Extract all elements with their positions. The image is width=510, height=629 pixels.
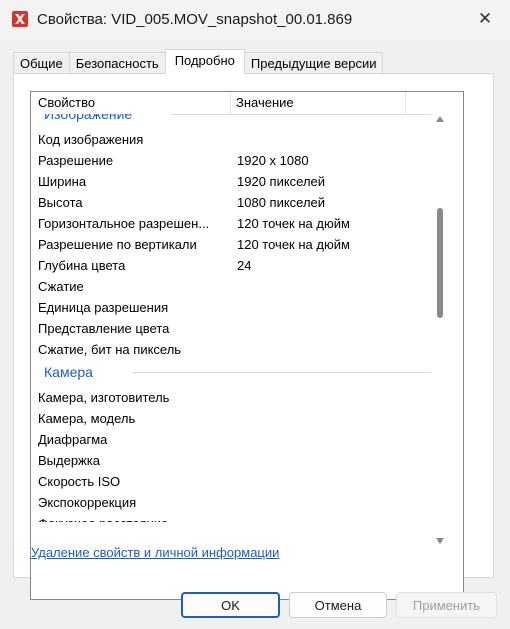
property-name: Экспокоррекция (38, 495, 137, 510)
property-row[interactable]: Фокусное расстояние (31, 513, 443, 522)
property-row[interactable]: Диафрагма (31, 429, 443, 450)
tab-security[interactable]: Безопасность (68, 52, 166, 74)
tab-details[interactable]: Подробно (164, 49, 245, 74)
property-row[interactable]: Горизонтальное разрешен... 120 точек на д… (31, 213, 443, 234)
property-name: Горизонтальное разрешен... (38, 216, 210, 231)
property-row[interactable]: Выдержка (31, 450, 443, 471)
property-name: Скорость ISO (38, 474, 121, 489)
window-title: Свойства: VID_005.MOV_snapshot_00.01.869 (37, 11, 353, 28)
property-value: 1080 пикселей (237, 195, 326, 210)
app-icon (12, 11, 28, 27)
property-name: Камера, изготовитель (38, 390, 170, 405)
details-panel: Свойство Значение Изображение Код изобра… (13, 73, 494, 600)
property-row[interactable]: Камера, изготовитель (31, 387, 443, 408)
property-row[interactable]: Ширина 1920 пикселей (31, 171, 443, 192)
property-row[interactable]: Представление цвета (31, 318, 443, 339)
column-header-property[interactable]: Свойство (31, 92, 231, 114)
property-row[interactable]: Разрешение по вертикали 120 точек на дюйм (31, 234, 443, 255)
property-row[interactable]: Глубина цвета 24 (31, 255, 443, 276)
property-row[interactable]: Код изображения (31, 129, 443, 150)
tab-general[interactable]: Общие (13, 52, 70, 74)
property-row[interactable]: Скорость ISO (31, 471, 443, 492)
image-rows: Код изображения Разрешение 1920 x 1080 Шири… (31, 129, 443, 360)
title-bar: Свойства: VID_005.MOV_snapshot_00.01.869… (0, 0, 510, 40)
scroll-up-arrow-icon[interactable] (436, 116, 444, 122)
property-name: Выдержка (38, 453, 100, 468)
rows-container: Изображение Код изображения Разрешение 192… (31, 114, 443, 522)
group-divider (171, 114, 431, 115)
property-row[interactable]: Высота 1080 пикселей (31, 192, 443, 213)
tab-previous-versions[interactable]: Предыдущие версии (243, 52, 384, 74)
property-row[interactable]: Единица разрешения (31, 297, 443, 318)
property-name: Ширина (38, 174, 87, 189)
property-value: 1920 x 1080 (237, 153, 309, 168)
scroll-down-arrow-icon[interactable] (436, 538, 444, 544)
property-row[interactable]: Сжатие, бит на пиксель (31, 339, 443, 360)
property-name: Диафрагма (38, 432, 108, 447)
scrollbar-thumb[interactable] (437, 208, 443, 318)
column-header-value[interactable]: Значение (231, 92, 406, 114)
property-name: Высота (38, 195, 83, 210)
tab-strip: Общие Безопасность Подробно Предыдущие в… (13, 49, 384, 74)
property-name: Разрешение (38, 153, 114, 168)
property-name: Фокусное расстояние (38, 513, 228, 522)
close-button[interactable]: ✕ (472, 6, 498, 32)
list-header: Свойство Значение (31, 92, 463, 114)
property-name: Единица разрешения (38, 300, 169, 315)
group-image: Изображение (31, 114, 443, 129)
property-name: Камера, модель (38, 411, 136, 426)
property-name: Представление цвета (38, 321, 170, 336)
property-name: Разрешение по вертикали (38, 237, 197, 252)
property-row[interactable]: Экспокоррекция (31, 492, 443, 513)
group-image-label: Изображение (44, 114, 133, 122)
property-name: Код изображения (38, 132, 144, 147)
ok-button[interactable]: OK (181, 592, 280, 618)
property-row[interactable]: Разрешение 1920 x 1080 (31, 150, 443, 171)
property-value: 120 точек на дюйм (237, 237, 350, 252)
property-value: 120 точек на дюйм (237, 216, 350, 231)
group-camera: Камера (31, 360, 443, 387)
cancel-button[interactable]: Отмена (289, 592, 387, 618)
list-body: Изображение Код изображения Разрешение 192… (31, 114, 443, 522)
group-camera-label: Камера (44, 364, 93, 380)
property-value: 1920 пикселей (237, 174, 326, 189)
property-row[interactable]: Сжатие (31, 276, 443, 297)
property-row[interactable]: Камера, модель (31, 408, 443, 429)
apply-button[interactable]: Применить (396, 592, 497, 618)
property-name: Глубина цвета (38, 258, 126, 273)
properties-list[interactable]: Свойство Значение Изображение Код изобра… (30, 91, 464, 600)
vertical-scrollbar[interactable] (435, 114, 447, 546)
property-name: Сжатие (38, 279, 84, 294)
group-divider (133, 372, 431, 373)
property-name: Сжатие, бит на пиксель (38, 342, 182, 357)
property-value: 24 (237, 258, 252, 273)
camera-rows: Камера, изготовитель Камера, модель Диафра… (31, 387, 443, 522)
remove-properties-link[interactable]: Удаление свойств и личной информации (31, 545, 279, 560)
